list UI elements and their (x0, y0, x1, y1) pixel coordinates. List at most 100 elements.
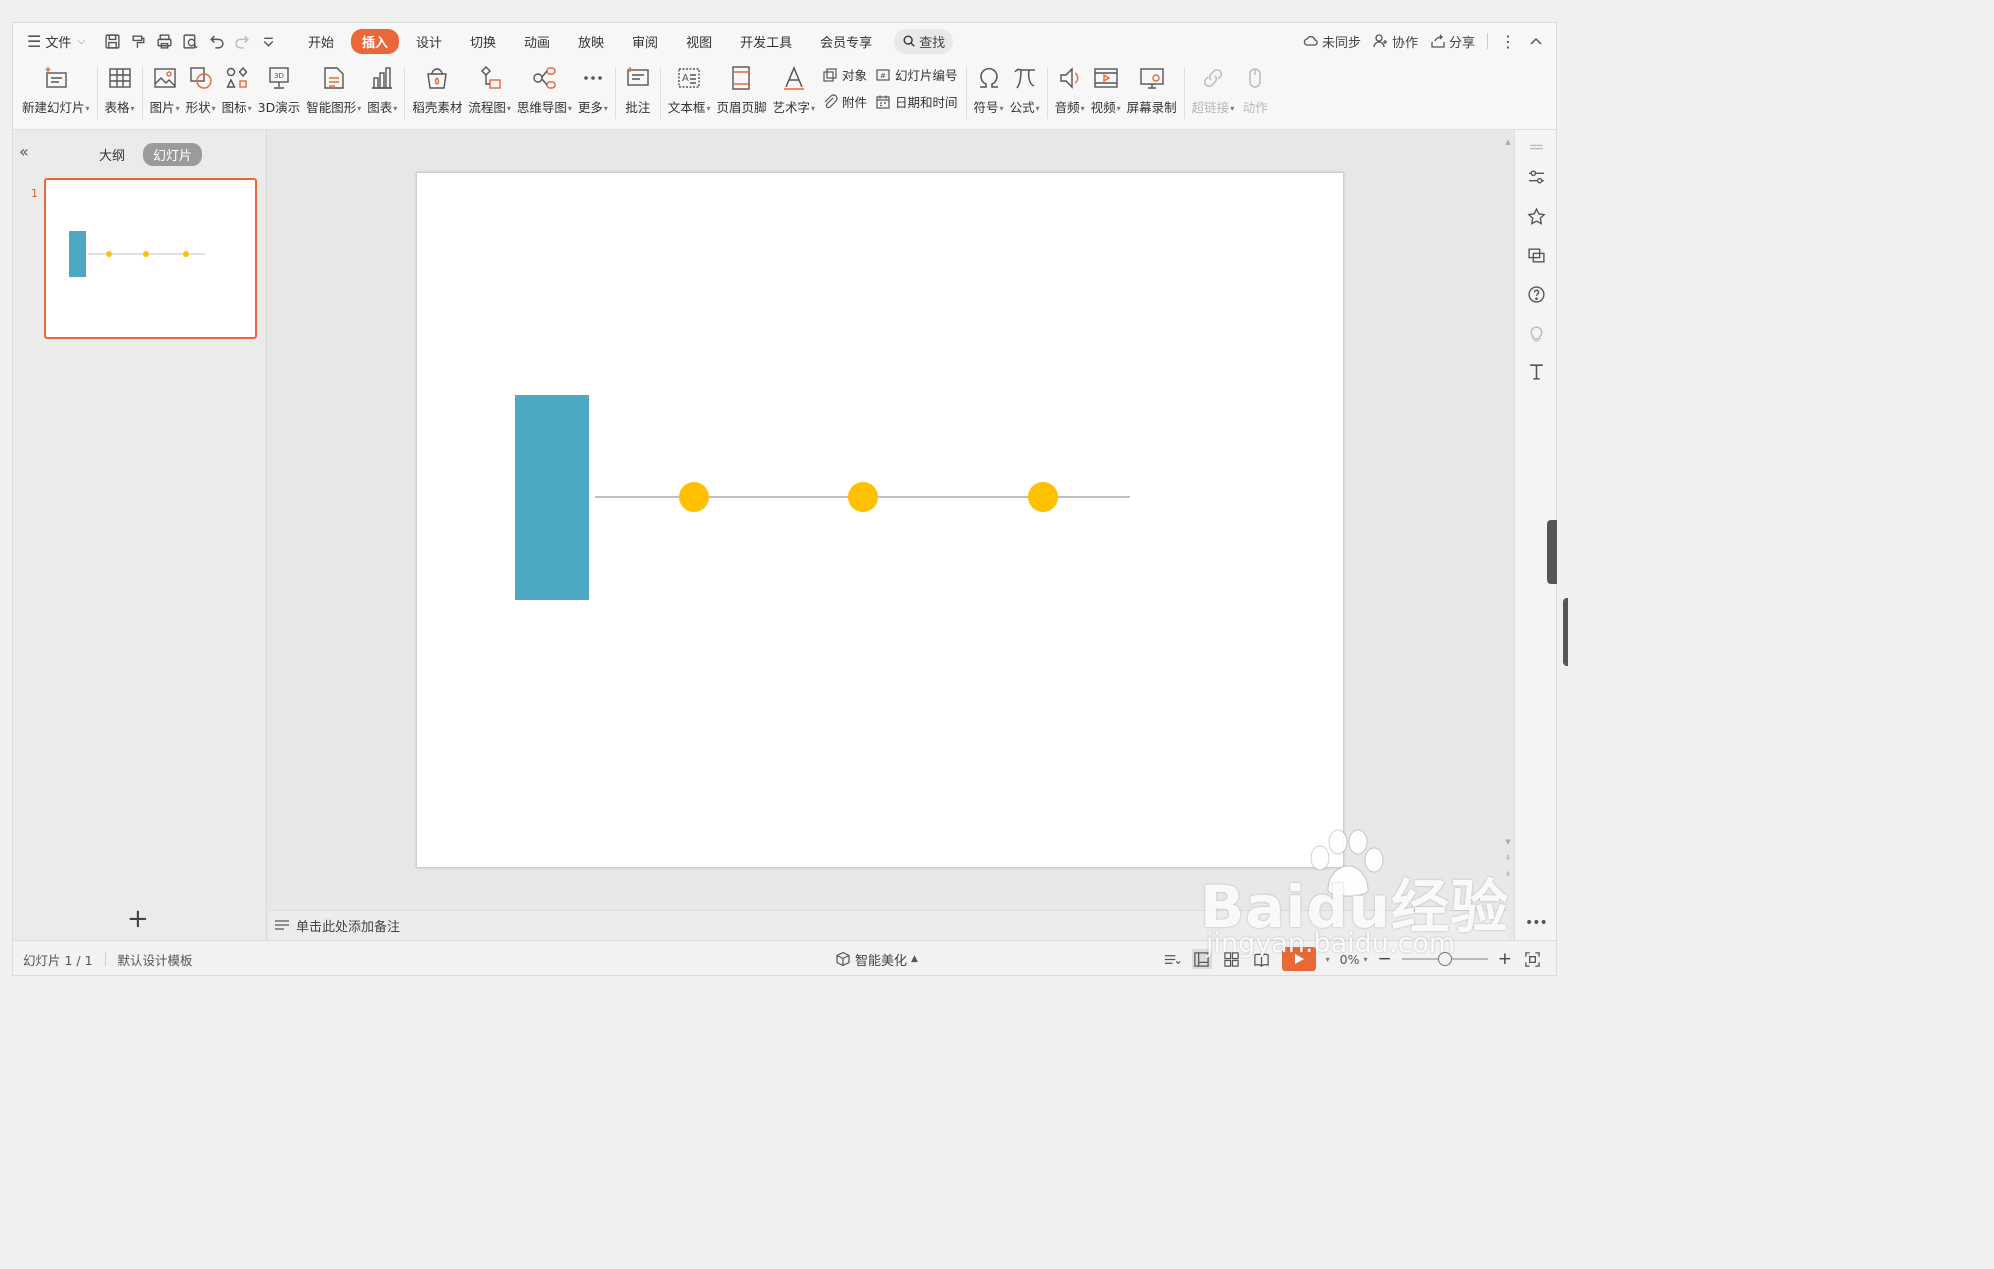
sync-button[interactable]: 未同步 (1303, 32, 1361, 51)
icon-library-button[interactable]: 图标▾ (222, 59, 252, 119)
tab-insert[interactable]: 插入 (350, 28, 399, 54)
textbox-button[interactable]: A 文本框▾ (667, 59, 710, 119)
help-icon[interactable] (1525, 283, 1547, 305)
new-slide-button[interactable]: 新建幻灯片▾ (22, 59, 90, 119)
more-dots-icon[interactable]: ••• (1525, 915, 1548, 931)
picture-button[interactable]: 图片▾ (150, 59, 180, 119)
dropdown-arrow-icon: ▾ (85, 104, 90, 113)
slide-thumbnail[interactable] (44, 178, 257, 339)
print-icon[interactable] (155, 32, 174, 51)
more-button[interactable]: 更多▾ (578, 59, 608, 119)
action-button[interactable]: 动作 (1240, 59, 1270, 119)
collapse-ribbon-icon[interactable] (1528, 33, 1544, 49)
print-preview-icon[interactable] (181, 32, 200, 51)
3d-demo-button[interactable]: 3D 3D演示 (258, 59, 300, 119)
vertical-scrollbar[interactable]: ▲ ▼ ⇞ ⇟ (1503, 138, 1513, 918)
slide-canvas[interactable] (416, 172, 1344, 868)
side-panel-handle[interactable] (1547, 520, 1557, 584)
header-footer-icon (726, 63, 756, 93)
dropdown-arrow-icon: ▾ (567, 104, 572, 113)
share-button[interactable]: 分享 (1430, 32, 1475, 51)
wordart-button[interactable]: 艺术字▾ (772, 59, 815, 119)
table-button[interactable]: 表格▾ (105, 59, 135, 119)
attachment-button[interactable]: 附件 (822, 92, 867, 111)
search-label: 查找 (919, 35, 946, 51)
tab-member[interactable]: 会员专享 (809, 29, 883, 54)
audio-button[interactable]: 音频▾ (1055, 59, 1085, 119)
collaborate-button[interactable]: 协作 (1373, 32, 1418, 51)
redo-icon[interactable] (233, 32, 252, 51)
tab-outline[interactable]: 大纲 (89, 143, 135, 166)
material-bag-icon (422, 63, 452, 93)
smart-graphic-icon (319, 63, 349, 93)
formula-button[interactable]: 公式▾ (1010, 59, 1040, 119)
textbox-label: 文本框 (667, 100, 706, 115)
text-format-icon[interactable] (1525, 360, 1547, 382)
symbol-button[interactable]: 符号▾ (974, 59, 1004, 119)
header-footer-button[interactable]: 页眉页脚 (716, 59, 766, 119)
video-button[interactable]: 视频▾ (1091, 59, 1121, 119)
slide-number-button[interactable]: # 幻灯片编号 (875, 65, 958, 84)
slide-rectangle-shape[interactable] (515, 395, 589, 600)
smart-beautify-button[interactable]: 智能美化 ▲ (835, 950, 918, 969)
slide-transition-icon[interactable] (1525, 244, 1547, 266)
collapse-panel-icon[interactable]: « (19, 142, 29, 161)
dropdown-arrow-icon: ▾ (603, 104, 608, 113)
slide-counter: 幻灯片 1 / 1 (23, 952, 93, 968)
star-animation-icon[interactable] (1525, 205, 1547, 227)
notes-placeholder: 单击此处添加备注 (296, 920, 401, 935)
tab-developer[interactable]: 开发工具 (729, 29, 803, 54)
drag-handle-icon[interactable] (1525, 136, 1547, 158)
speaker-icon (1055, 63, 1085, 93)
side-panel-handle[interactable] (1563, 598, 1568, 666)
fit-to-window-icon[interactable] (1522, 949, 1542, 969)
notes-toggle-icon[interactable] (1162, 949, 1182, 969)
wordart-label: 艺术字 (772, 100, 810, 115)
save-icon[interactable] (103, 32, 122, 51)
undo-icon[interactable] (207, 32, 226, 51)
tab-review[interactable]: 审阅 (621, 29, 669, 54)
comment-button[interactable]: 批注 (623, 59, 653, 119)
slide-editing-area (268, 130, 1508, 910)
tab-slideshow[interactable]: 放映 (567, 29, 615, 54)
tab-slides[interactable]: 幻灯片 (143, 143, 203, 166)
tab-transitions[interactable]: 切换 (459, 29, 507, 54)
flowchart-button[interactable]: 流程图▾ (468, 59, 511, 119)
hamburger-icon: ☰ (27, 31, 42, 51)
insert-small-group-1: 对象 附件 (822, 59, 867, 111)
flowchart-label: 流程图 (468, 100, 506, 115)
divider (104, 952, 106, 966)
slide-dot-shape[interactable] (848, 482, 878, 512)
slide-dot-shape[interactable] (679, 482, 709, 512)
add-slide-button[interactable]: + (127, 906, 149, 932)
tab-view[interactable]: 视图 (675, 29, 723, 54)
design-template-name[interactable]: 默认设计模板 (118, 950, 193, 969)
smart-graphic-button[interactable]: 智能图形▾ (306, 59, 361, 119)
format-painter-icon[interactable] (129, 32, 148, 51)
datetime-button[interactable]: 日期和时间 (875, 92, 958, 111)
user-add-icon (1373, 34, 1387, 48)
chart-button[interactable]: 图表▾ (367, 59, 397, 119)
hyperlink-button[interactable]: 超链接▾ (1192, 59, 1234, 119)
object-icon (823, 67, 837, 82)
object-button[interactable]: 对象 (822, 65, 867, 84)
properties-sliders-icon[interactable] (1525, 166, 1547, 188)
screen-record-button[interactable]: 屏幕录制 (1127, 59, 1177, 119)
scroll-up-icon[interactable]: ▲ (1503, 138, 1513, 146)
search-button[interactable]: 查找 (894, 28, 954, 54)
scroll-down-icon[interactable]: ▼ (1503, 838, 1513, 846)
lightbulb-icon[interactable] (1525, 322, 1547, 344)
svg-text:#: # (880, 72, 886, 80)
more-options-icon[interactable]: ⋮ (1500, 32, 1516, 51)
video-label: 视频 (1090, 100, 1116, 115)
docer-material-button[interactable]: 稻壳素材 (412, 59, 462, 119)
smart-graphic-label: 智能图形 (306, 100, 357, 115)
tab-home[interactable]: 开始 (297, 29, 345, 54)
file-menu-button[interactable]: ☰ 文件 ⌵ (27, 32, 85, 51)
tab-animations[interactable]: 动画 (513, 29, 561, 54)
mindmap-button[interactable]: 思维导图▾ (517, 59, 572, 119)
shape-button[interactable]: 形状▾ (186, 59, 216, 119)
customize-toolbar-icon[interactable] (259, 32, 278, 51)
slide-dot-shape[interactable] (1028, 482, 1058, 512)
tab-design[interactable]: 设计 (405, 29, 453, 54)
